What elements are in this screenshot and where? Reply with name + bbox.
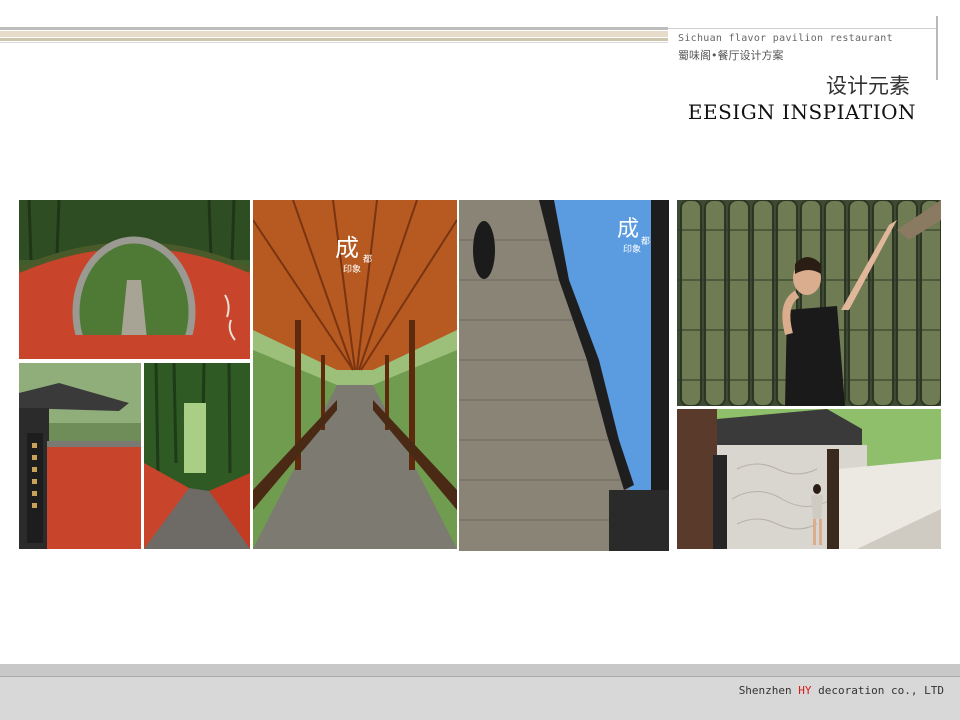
header-vertical-divider xyxy=(936,16,938,80)
footer: Shenzhen HY decoration co., LTD xyxy=(0,664,960,720)
photo-bamboo-walkway xyxy=(144,363,250,549)
stamp-side: 都 xyxy=(641,236,650,247)
header-bar xyxy=(0,27,668,45)
stamp-small: 印象 xyxy=(623,243,641,255)
stamp-small: 印象 xyxy=(343,263,361,275)
photo-brick-wall: 成 印象 都 xyxy=(459,200,669,551)
company-highlight: HY xyxy=(798,684,812,697)
photo-long-corridor: 成 印象 都 xyxy=(253,200,457,549)
page-title-en: EESIGN INSPIATION xyxy=(687,100,916,124)
stamp-char: 成 xyxy=(335,234,359,262)
subtitle-zh: 蜀味阁•餐厅设计方案 xyxy=(678,49,784,62)
photo-red-wall-pavilion xyxy=(19,363,141,549)
subtitle-en: Sichuan flavor pavilion restaurant xyxy=(678,33,893,44)
stamp-char: 成 xyxy=(617,217,639,242)
stamp-side: 都 xyxy=(363,254,372,265)
header-divider xyxy=(668,28,936,29)
page-title-zh: 设计元素 xyxy=(826,74,910,98)
company-name: Shenzhen HY decoration co., LTD xyxy=(738,684,944,697)
photo-carved-wall-lane xyxy=(677,409,941,549)
photo-bamboo-wall-model xyxy=(677,200,941,406)
photo-moon-gate xyxy=(19,200,250,359)
